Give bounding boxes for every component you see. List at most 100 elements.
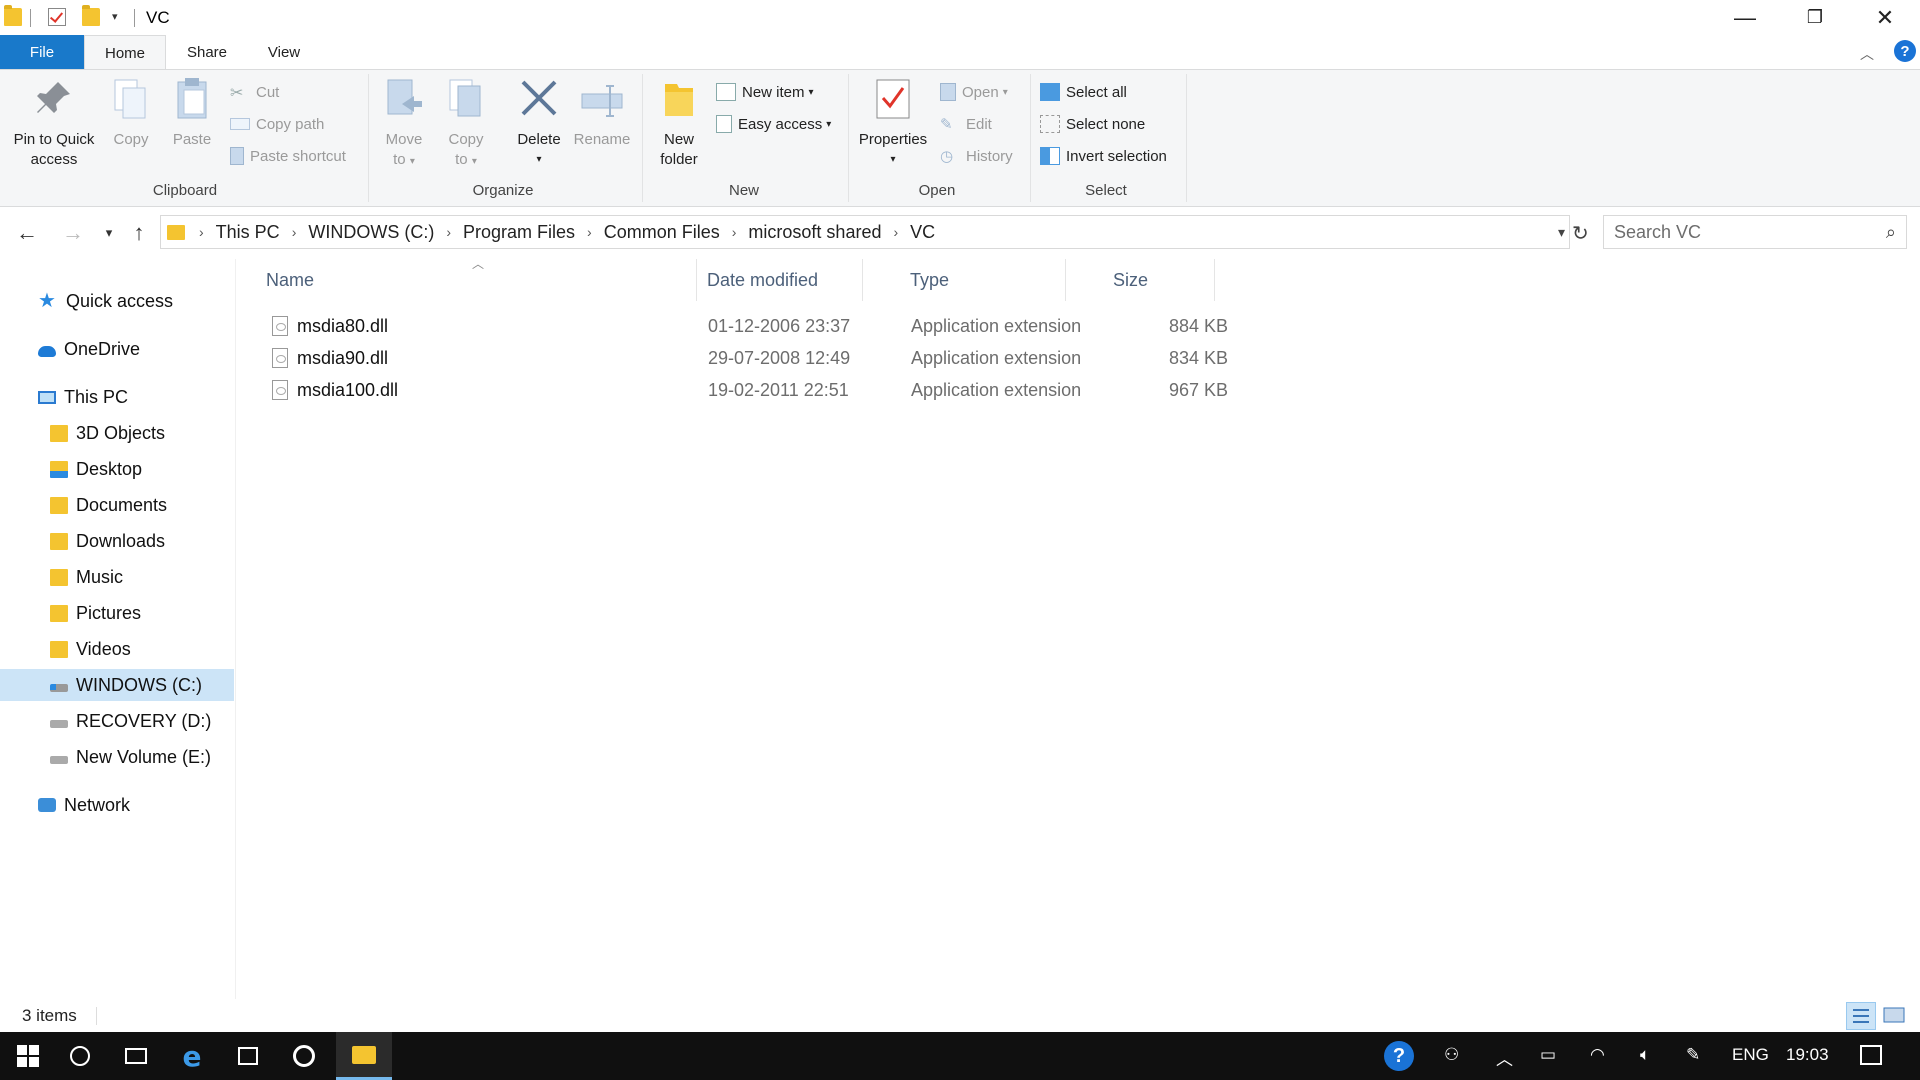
details-view-button[interactable] <box>1846 1002 1876 1030</box>
move-to-button[interactable]: Move to ▾ <box>380 76 428 172</box>
tab-share[interactable]: Share <box>170 35 244 69</box>
chevron-down-icon[interactable]: ▾ <box>1558 224 1565 241</box>
column-header-type[interactable]: Type <box>902 259 1066 301</box>
chevron-right-icon[interactable]: › <box>887 224 904 240</box>
invert-selection-button[interactable]: Invert selection <box>1040 144 1167 168</box>
nav-label: This PC <box>64 386 129 407</box>
properties-button[interactable]: Properties ▾ <box>854 76 932 170</box>
table-row[interactable]: msdia100.dll 19-02-2011 22:51 Applicatio… <box>260 375 1260 405</box>
nav-item-quick-access[interactable]: ★ Quick access <box>0 285 234 317</box>
column-header-size[interactable]: Size <box>1105 259 1215 301</box>
chevron-right-icon[interactable]: › <box>193 224 210 240</box>
breadcrumb-vc[interactable]: VC <box>904 222 941 243</box>
close-button[interactable]: ✕ <box>1850 0 1920 35</box>
nav-item-videos[interactable]: Videos <box>0 633 234 665</box>
breadcrumb-windows-c[interactable]: WINDOWS (C:) <box>302 222 440 243</box>
rename-button[interactable]: Rename <box>572 76 632 150</box>
select-all-label: Select all <box>1066 83 1127 101</box>
minimize-button[interactable]: — <box>1710 0 1780 35</box>
table-row[interactable]: msdia90.dll 29-07-2008 12:49 Application… <box>260 343 1260 373</box>
chevron-right-icon[interactable]: › <box>726 224 743 240</box>
nav-item-onedrive[interactable]: OneDrive <box>0 333 234 365</box>
paste-shortcut-button[interactable]: Paste shortcut <box>230 144 346 168</box>
new-folder-quick-icon[interactable] <box>82 5 100 26</box>
new-item-button[interactable]: New item ▾ <box>716 80 814 104</box>
up-button[interactable]: ↑ <box>126 219 152 247</box>
nav-item-new-volume-e[interactable]: New Volume (E:) <box>0 741 234 773</box>
show-hidden-icons-chevron-icon[interactable]: ︿ <box>1496 1045 1513 1070</box>
tab-view[interactable]: View <box>246 35 322 69</box>
recent-locations-button[interactable]: ▾ <box>96 219 122 247</box>
tab-home[interactable]: Home <box>84 35 166 70</box>
cut-button[interactable]: ✂ Cut <box>230 80 279 104</box>
column-header-name[interactable]: Name <box>258 259 697 301</box>
table-row[interactable]: msdia80.dll 01-12-2006 23:37 Application… <box>260 311 1260 341</box>
help-tray-icon[interactable]: ? <box>1384 1041 1414 1071</box>
nav-item-3d-objects[interactable]: 3D Objects <box>0 417 234 449</box>
breadcrumb-program-files[interactable]: Program Files <box>457 222 581 243</box>
nav-item-downloads[interactable]: Downloads <box>0 525 234 557</box>
restore-button[interactable]: ❐ <box>1780 0 1850 35</box>
nav-item-network[interactable]: Network <box>0 789 234 821</box>
nav-item-this-pc[interactable]: This PC <box>0 381 234 413</box>
back-button[interactable]: ← <box>14 219 40 247</box>
task-view-button[interactable] <box>108 1032 164 1080</box>
group-label-organize: Organize <box>472 182 534 199</box>
select-none-button[interactable]: Select none <box>1040 112 1145 136</box>
new-folder-button[interactable]: New folder <box>654 76 704 170</box>
delete-button[interactable]: Delete ▾ <box>512 76 566 170</box>
chevron-right-icon[interactable]: › <box>581 224 598 240</box>
nav-item-documents[interactable]: Documents <box>0 489 234 521</box>
collapse-ribbon-icon[interactable]: ︿ <box>1860 44 1874 64</box>
nav-item-recovery-d[interactable]: RECOVERY (D:) <box>0 705 234 737</box>
copy-button[interactable]: Copy <box>106 76 156 150</box>
edge-taskbar-button[interactable]: e <box>164 1032 220 1080</box>
store-taskbar-button[interactable] <box>220 1032 276 1080</box>
search-input[interactable] <box>1614 221 1864 243</box>
language-indicator[interactable]: ENG <box>1732 1045 1769 1065</box>
column-header-date-modified[interactable]: Date modified <box>699 259 863 301</box>
easy-access-button[interactable]: Easy access ▾ <box>716 112 831 136</box>
customize-quick-access-icon[interactable]: ▾ <box>112 10 118 23</box>
clock[interactable]: 19:03 <box>1786 1045 1829 1065</box>
forward-button[interactable]: → <box>60 219 86 247</box>
pen-icon[interactable]: ✎ <box>1686 1045 1700 1065</box>
chevron-right-icon[interactable]: › <box>286 224 303 240</box>
nav-item-pictures[interactable]: Pictures <box>0 597 234 629</box>
nav-item-desktop[interactable]: Desktop <box>0 453 234 485</box>
tab-file[interactable]: File <box>0 35 84 69</box>
select-all-button[interactable]: Select all <box>1040 80 1127 104</box>
copy-to-button[interactable]: Copy to ▾ <box>442 76 490 172</box>
paste-button[interactable]: Paste <box>166 76 218 150</box>
search-icon[interactable]: ⌕ <box>1886 222 1896 243</box>
breadcrumb-this-pc[interactable]: This PC <box>210 222 286 243</box>
help-icon[interactable]: ? <box>1894 40 1916 62</box>
address-bar[interactable]: › This PC › WINDOWS (C:) › Program Files… <box>160 215 1570 249</box>
breadcrumb-microsoft-shared[interactable]: microsoft shared <box>742 222 887 243</box>
open-button[interactable]: Open ▾ <box>940 80 1008 104</box>
pin-to-quick-access-button[interactable]: Pin to Quick access <box>8 76 100 170</box>
nav-label: Network <box>64 794 131 815</box>
people-icon[interactable]: ⚇ <box>1444 1045 1459 1065</box>
windows-logo-icon <box>17 1045 39 1067</box>
chrome-taskbar-button[interactable] <box>276 1032 332 1080</box>
history-button[interactable]: ◷ History <box>940 144 1013 168</box>
breadcrumb-common-files[interactable]: Common Files <box>598 222 726 243</box>
group-separator <box>1030 74 1031 202</box>
properties-quick-icon[interactable] <box>48 8 66 26</box>
volume-icon[interactable]: 🔈︎ <box>1640 1045 1650 1065</box>
nav-item-windows-c[interactable]: WINDOWS (C:) <box>0 669 234 701</box>
cortana-button[interactable] <box>52 1032 108 1080</box>
copy-path-button[interactable]: Copy path <box>230 112 324 136</box>
wifi-icon[interactable]: ◠ <box>1590 1045 1605 1065</box>
battery-icon[interactable]: ▭ <box>1540 1045 1556 1065</box>
nav-item-music[interactable]: Music <box>0 561 234 593</box>
file-explorer-taskbar-button[interactable] <box>336 1032 392 1080</box>
action-center-icon[interactable] <box>1860 1045 1882 1065</box>
start-button[interactable] <box>0 1032 56 1080</box>
chevron-right-icon[interactable]: › <box>440 224 457 240</box>
refresh-icon[interactable]: ↻ <box>1572 221 1589 246</box>
search-box[interactable]: ⌕ <box>1603 215 1907 249</box>
edit-button[interactable]: ✎ Edit <box>940 112 992 136</box>
large-icons-view-button[interactable] <box>1880 1002 1910 1030</box>
